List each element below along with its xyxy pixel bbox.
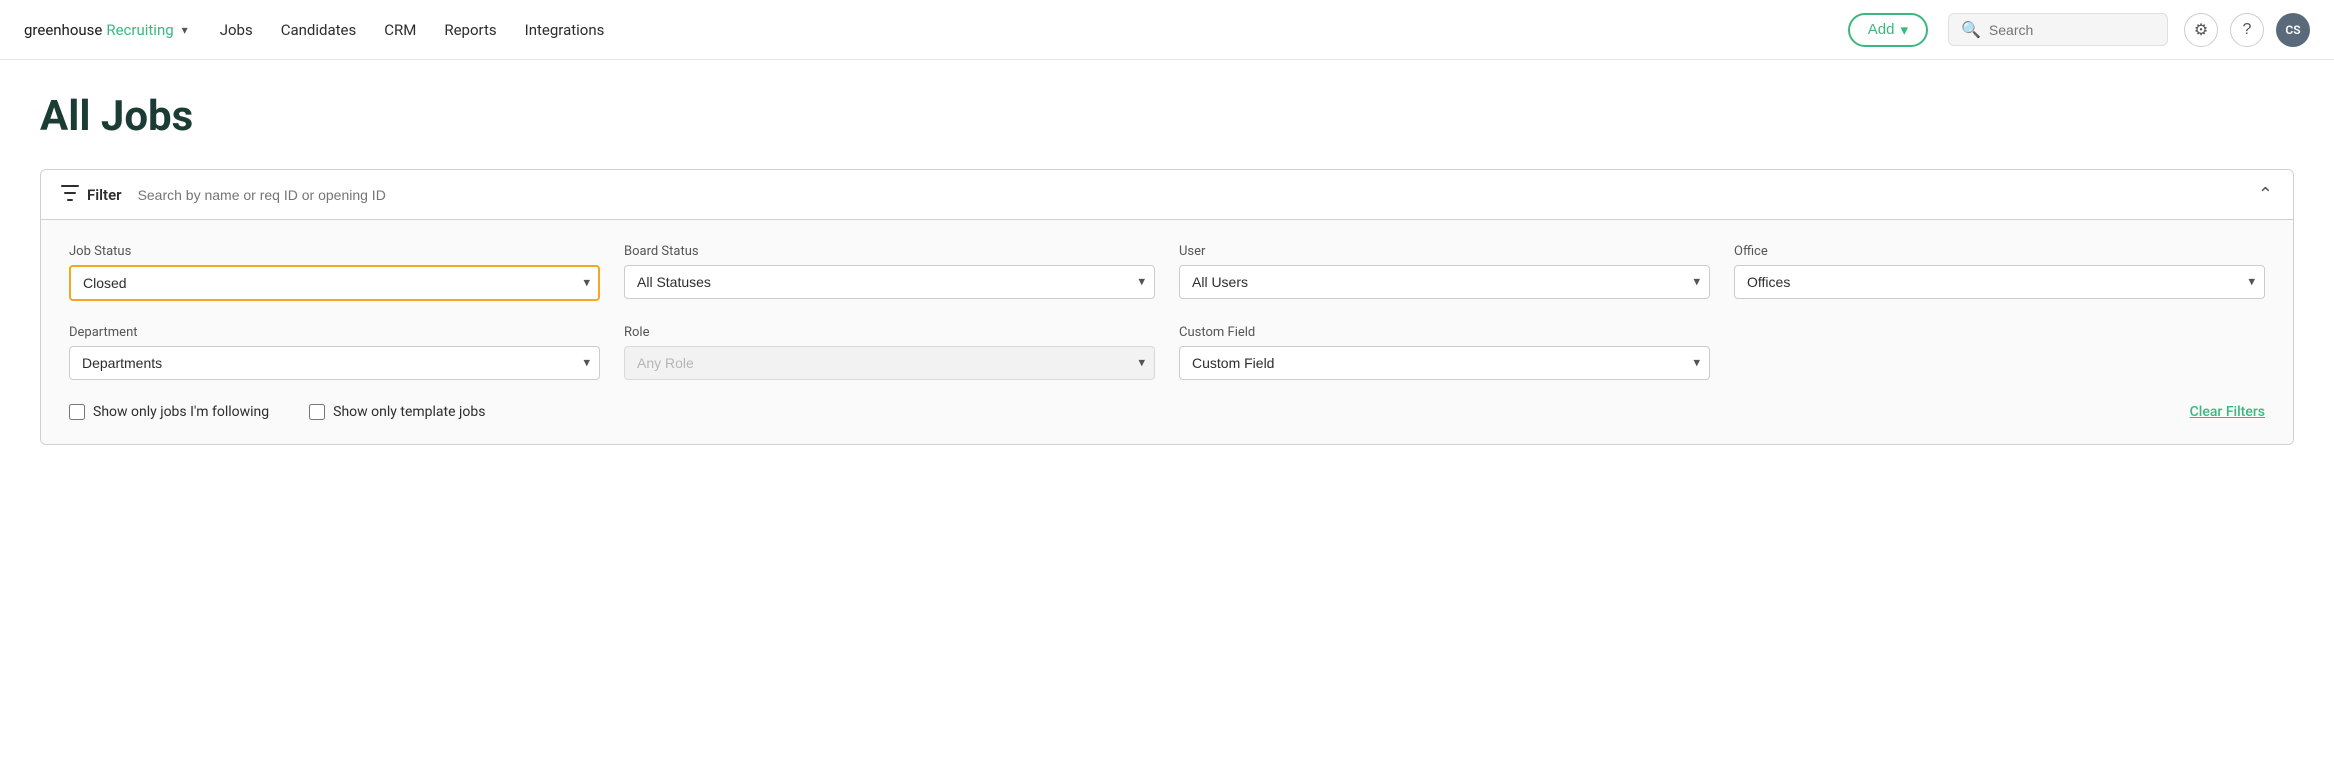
nav-links: Jobs Candidates CRM Reports Integrations bbox=[220, 21, 605, 39]
board-status-select[interactable]: All Statuses Published Unpublished bbox=[624, 265, 1155, 299]
job-status-wrapper: Open Closed Draft Pending Approval bbox=[69, 265, 600, 301]
avatar[interactable]: CS bbox=[2276, 13, 2310, 47]
filter-collapse-button[interactable]: ⌃ bbox=[2258, 184, 2273, 205]
nav-integrations[interactable]: Integrations bbox=[525, 21, 605, 39]
checkbox-following-input[interactable] bbox=[69, 404, 85, 420]
filter-group-job-status: Job Status Open Closed Draft Pending App… bbox=[69, 244, 600, 301]
filter-icon bbox=[61, 185, 79, 205]
filter-group-board-status: Board Status All Statuses Published Unpu… bbox=[624, 244, 1155, 301]
filter-row-2: Department Departments Role Any Role bbox=[69, 325, 2265, 380]
filter-group-department: Department Departments bbox=[69, 325, 600, 380]
filter-header: Filter ⌃ bbox=[41, 170, 2293, 220]
settings-button[interactable]: ⚙ bbox=[2184, 13, 2218, 47]
logo-chevron-icon: ▾ bbox=[182, 23, 188, 37]
chevron-up-icon: ⌃ bbox=[2258, 184, 2273, 205]
filter-label: Filter bbox=[87, 186, 122, 204]
board-status-label: Board Status bbox=[624, 244, 1155, 259]
custom-field-select[interactable]: Custom Field bbox=[1179, 346, 1710, 380]
filter-group-role: Role Any Role bbox=[624, 325, 1155, 380]
role-select[interactable]: Any Role bbox=[624, 346, 1155, 380]
user-wrapper: All Users bbox=[1179, 265, 1710, 299]
filter-search-input[interactable] bbox=[130, 187, 2250, 203]
checkbox-template-input[interactable] bbox=[309, 404, 325, 420]
filter-row-1: Job Status Open Closed Draft Pending App… bbox=[69, 244, 2265, 301]
help-button[interactable]: ? bbox=[2230, 13, 2264, 47]
filter-empty-slot bbox=[1734, 325, 2265, 380]
nav-candidates[interactable]: Candidates bbox=[281, 21, 357, 39]
filter-panel: Filter ⌃ Job Status Open Closed Draft bbox=[40, 169, 2294, 445]
custom-field-wrapper: Custom Field bbox=[1179, 346, 1710, 380]
job-status-label: Job Status bbox=[69, 244, 600, 259]
checkbox-template-label: Show only template jobs bbox=[333, 404, 485, 420]
department-label: Department bbox=[69, 325, 600, 340]
gear-icon: ⚙ bbox=[2194, 20, 2208, 40]
job-status-select[interactable]: Open Closed Draft Pending Approval bbox=[69, 265, 600, 301]
logo-recruiting: Recruiting bbox=[106, 21, 173, 39]
role-label: Role bbox=[624, 325, 1155, 340]
nav-icon-group: ⚙ ? CS bbox=[2184, 13, 2310, 47]
custom-field-label: Custom Field bbox=[1179, 325, 1710, 340]
checkbox-following[interactable]: Show only jobs I'm following bbox=[69, 404, 269, 420]
search-icon: 🔍 bbox=[1961, 20, 1981, 39]
office-label: Office bbox=[1734, 244, 2265, 259]
role-wrapper: Any Role bbox=[624, 346, 1155, 380]
department-select[interactable]: Departments bbox=[69, 346, 600, 380]
search-input[interactable] bbox=[1989, 22, 2155, 38]
add-chevron-icon: ▾ bbox=[1900, 21, 1908, 39]
nav-jobs[interactable]: Jobs bbox=[220, 21, 253, 39]
filter-group-office: Office Offices bbox=[1734, 244, 2265, 301]
checkbox-following-label: Show only jobs I'm following bbox=[93, 404, 269, 420]
user-label: User bbox=[1179, 244, 1710, 259]
avatar-label: CS bbox=[2285, 23, 2300, 37]
page-content: All Jobs Filter ⌃ Job Status bbox=[0, 60, 2334, 477]
office-wrapper: Offices bbox=[1734, 265, 2265, 299]
add-button-label: Add bbox=[1868, 21, 1895, 38]
filter-bottom-row: Show only jobs I'm following Show only t… bbox=[69, 404, 2265, 420]
logo[interactable]: greenhouse Recruiting ▾ bbox=[24, 21, 188, 39]
search-area: 🔍 bbox=[1948, 13, 2168, 46]
checkbox-template[interactable]: Show only template jobs bbox=[309, 404, 485, 420]
filter-group-custom-field: Custom Field Custom Field bbox=[1179, 325, 1710, 380]
user-select[interactable]: All Users bbox=[1179, 265, 1710, 299]
help-icon: ? bbox=[2243, 21, 2252, 39]
add-button[interactable]: Add ▾ bbox=[1848, 13, 1928, 47]
nav-reports[interactable]: Reports bbox=[444, 21, 496, 39]
clear-filters-link[interactable]: Clear Filters bbox=[2190, 404, 2265, 420]
board-status-wrapper: All Statuses Published Unpublished bbox=[624, 265, 1155, 299]
filter-group-user: User All Users bbox=[1179, 244, 1710, 301]
page-title: All Jobs bbox=[40, 92, 2294, 141]
nav-crm[interactable]: CRM bbox=[384, 21, 416, 39]
navbar: greenhouse Recruiting ▾ Jobs Candidates … bbox=[0, 0, 2334, 60]
filter-body: Job Status Open Closed Draft Pending App… bbox=[41, 220, 2293, 444]
logo-greenhouse: greenhouse bbox=[24, 21, 102, 39]
department-wrapper: Departments bbox=[69, 346, 600, 380]
office-select[interactable]: Offices bbox=[1734, 265, 2265, 299]
